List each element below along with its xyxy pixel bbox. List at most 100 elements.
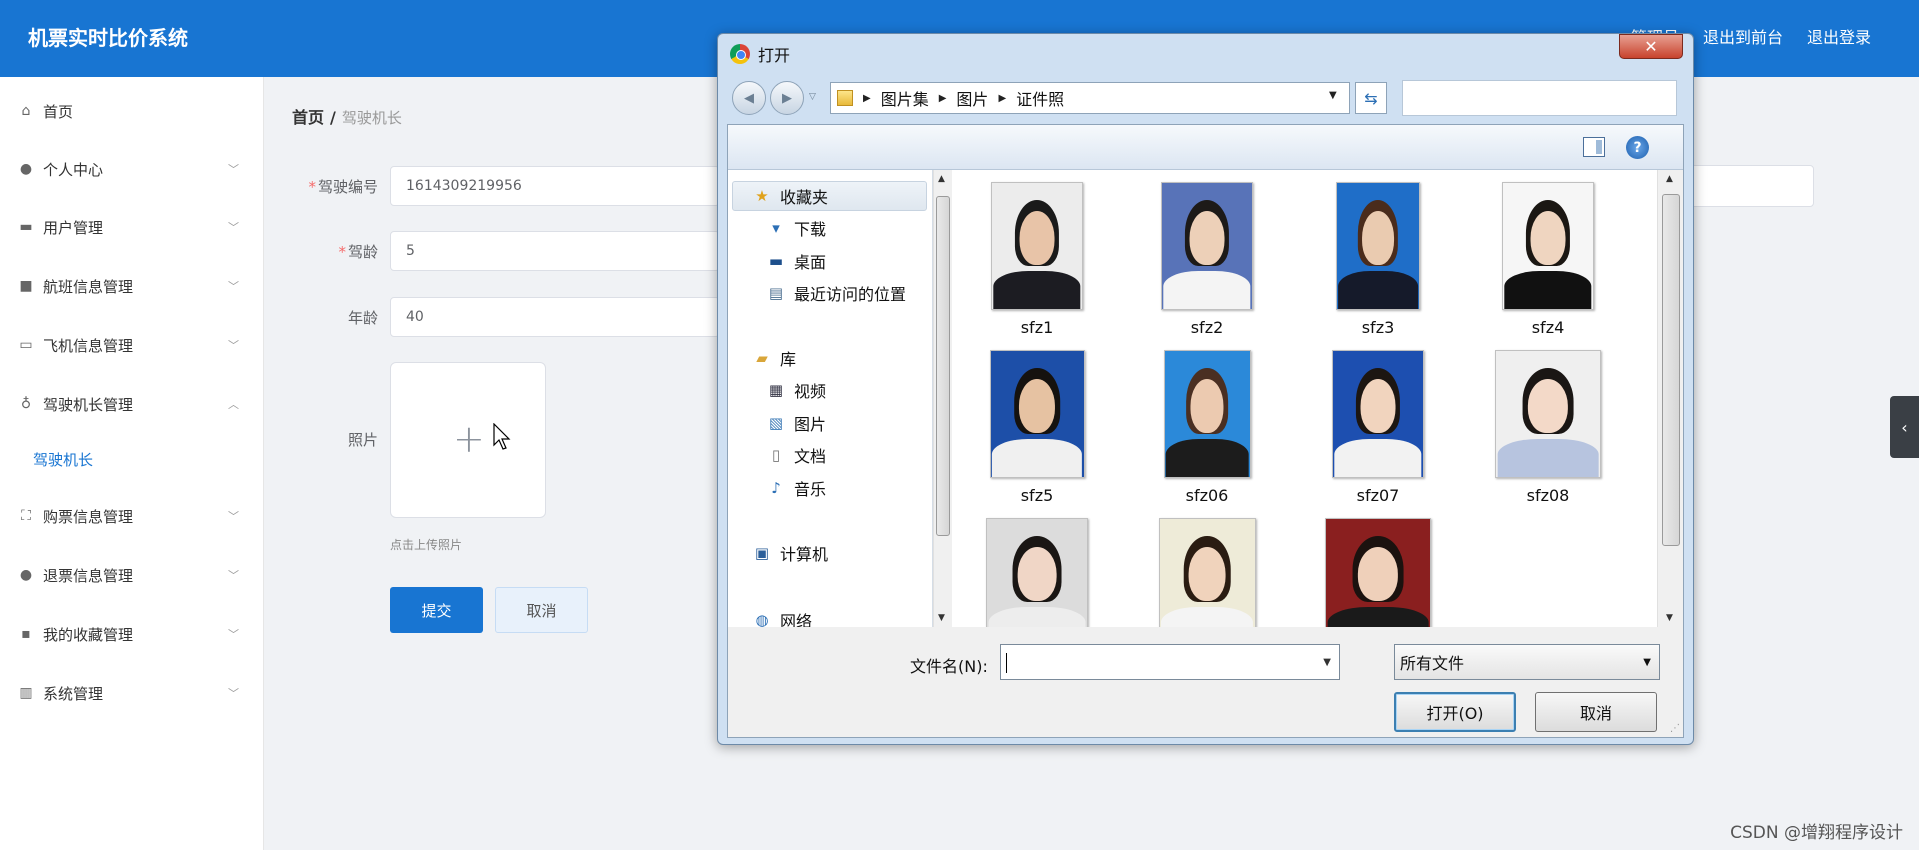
cancel-button[interactable]: 取消	[495, 587, 588, 633]
file-item[interactable]: sfz08	[1463, 350, 1633, 505]
file-name: sfz2	[1190, 318, 1224, 337]
back-button[interactable]: ◀	[732, 81, 766, 115]
portrait-face	[1527, 379, 1569, 433]
file-item[interactable]	[1122, 518, 1292, 627]
scroll-up-icon[interactable]: ▲	[938, 174, 945, 184]
address-segment[interactable]: 图片集	[881, 86, 929, 110]
scroll-down-icon[interactable]: ▼	[1666, 613, 1673, 623]
portrait-shoulders	[1163, 270, 1251, 309]
users-icon: ▬	[19, 219, 33, 235]
address-segment[interactable]: 证件照	[1016, 86, 1064, 110]
nav-label: 网络	[780, 612, 813, 627]
file-list: sfz1 sfz2 sfz3 sfz4 sfz5 sfz06 sfz07 sfz08	[952, 170, 1657, 627]
portrait-shoulders	[1504, 270, 1592, 309]
breadcrumb-home[interactable]: 首页	[292, 108, 324, 127]
nav-label: 桌面	[794, 253, 827, 272]
chevron-left-icon: ‹	[1901, 417, 1908, 437]
plus-icon: +	[453, 417, 485, 461]
address-bar[interactable]: ▶ 图片集 ▶ 图片 ▶ 证件照 ▼	[830, 82, 1350, 114]
scroll-up-icon[interactable]: ▲	[1666, 174, 1673, 184]
side-panel-toggle[interactable]: ‹	[1890, 396, 1919, 458]
sidebar-item-ticket-management[interactable]: ⛶ 购票信息管理 ﹀	[0, 494, 264, 538]
file-list-scrollbar[interactable]: ▲ ▼	[1657, 170, 1683, 627]
music-icon: ♪	[771, 479, 781, 497]
address-segment[interactable]: 图片	[956, 86, 988, 110]
nav-network[interactable]: ◍ 网络	[752, 607, 812, 627]
partial-input-field[interactable]	[1690, 165, 1814, 207]
close-icon: ✕	[1644, 37, 1658, 56]
file-item[interactable]: sfz2	[1122, 182, 1292, 337]
sidebar-item-user-management[interactable]: ▬ 用户管理 ﹀	[0, 205, 264, 249]
nav-documents[interactable]: ▯ 文档	[766, 442, 826, 468]
nav-computer[interactable]: ▣ 计算机	[752, 540, 828, 566]
file-item[interactable]	[1293, 518, 1463, 627]
nav-libraries[interactable]: ▰ 库	[752, 345, 796, 371]
file-item[interactable]: sfz4	[1463, 182, 1633, 337]
sidebar-item-favorites-management[interactable]: ▪ 我的收藏管理 ﹀	[0, 612, 264, 656]
search-input[interactable]	[1402, 80, 1677, 116]
portrait-shoulders	[1334, 438, 1422, 477]
filetype-select[interactable]: 所有文件 ▼	[1394, 644, 1660, 680]
file-item[interactable]: sfz1	[952, 182, 1122, 337]
desktop-icon: ▬	[768, 252, 784, 270]
captain-id-input[interactable]: 1614309219956	[390, 166, 720, 206]
nav-label: 视频	[794, 382, 827, 401]
bar-chart-icon: ▥	[19, 685, 33, 701]
dialog-titlebar[interactable]: 打开 ✕	[718, 34, 1693, 72]
age-input[interactable]: 40	[390, 297, 720, 337]
recent-places-icon: ▤	[768, 284, 784, 302]
file-item[interactable]	[952, 518, 1122, 627]
dialog-close-button[interactable]: ✕	[1619, 34, 1683, 59]
arrow-left-icon: ◀	[744, 90, 754, 106]
sidebar-item-label: 购票信息管理	[43, 507, 134, 526]
back-to-frontend-link[interactable]: 退出到前台	[1703, 24, 1783, 48]
nav-recent-places[interactable]: ▤ 最近访问的位置	[766, 280, 906, 306]
nav-videos[interactable]: ▦ 视频	[766, 377, 826, 403]
sidebar-item-flight-management[interactable]: ■ 航班信息管理 ﹀	[0, 264, 264, 308]
recent-dropdown-icon[interactable]: ▽	[809, 92, 816, 102]
file-item[interactable]: sfz06	[1122, 350, 1292, 505]
open-button[interactable]: 打开(O)	[1394, 692, 1516, 732]
nav-music[interactable]: ♪ 音乐	[766, 475, 826, 501]
scrollbar-thumb[interactable]	[936, 196, 950, 536]
sidebar-item-captain-management[interactable]: ♁ 驾驶机长管理 ︿	[0, 382, 264, 426]
filename-input[interactable]: ▼	[1000, 644, 1340, 680]
sidebar-item-aircraft-management[interactable]: ▭ 飞机信息管理 ﹀	[0, 323, 264, 367]
file-item[interactable]: sfz3	[1293, 182, 1463, 337]
resize-grip-icon[interactable]: ⋰	[1670, 723, 1680, 734]
sidebar-subitem-captain[interactable]: 驾驶机长	[33, 449, 93, 470]
file-item[interactable]: sfz5	[952, 350, 1122, 505]
sidebar-item-system-management[interactable]: ▥ 系统管理 ﹀	[0, 671, 264, 715]
file-name: sfz1	[1020, 318, 1054, 337]
photo-upload-box[interactable]: +	[390, 362, 546, 518]
logout-link[interactable]: 退出登录	[1807, 24, 1871, 48]
nav-desktop[interactable]: ▬ 桌面	[766, 248, 826, 274]
computer-icon: ▣	[754, 544, 770, 562]
submit-button[interactable]: 提交	[390, 587, 483, 633]
dropdown-arrow-icon: ▼	[1643, 657, 1651, 668]
nav-pictures[interactable]: ▧ 图片	[766, 410, 826, 436]
chevron-down-icon: ﹀	[228, 163, 239, 176]
preview-pane-icon[interactable]	[1583, 137, 1605, 157]
sidebar-item-personal-center[interactable]: ● 个人中心 ﹀	[0, 147, 264, 191]
scroll-down-icon[interactable]: ▼	[938, 613, 945, 623]
file-item[interactable]: sfz07	[1293, 350, 1463, 505]
sidebar-item-refund-management[interactable]: ● 退票信息管理 ﹀	[0, 553, 264, 597]
refresh-button[interactable]: ⇆	[1355, 82, 1387, 114]
nav-pane-scrollbar[interactable]: ▲ ▼	[933, 170, 951, 627]
help-icon[interactable]: ?	[1626, 136, 1649, 159]
sidebar-item-label: 航班信息管理	[43, 277, 134, 296]
nav-favorites[interactable]: ★ 收藏夹	[752, 183, 828, 209]
forward-button[interactable]: ▶	[770, 81, 804, 115]
sidebar: ⌂ 首页 ● 个人中心 ﹀ ▬ 用户管理 ﹀ ■ 航班信息管理 ﹀ ▭ 飞机信息…	[0, 77, 264, 850]
nav-downloads[interactable]: ▾ 下载	[766, 215, 826, 241]
address-dropdown-icon[interactable]: ▼	[1329, 90, 1337, 101]
scrollbar-thumb[interactable]	[1662, 194, 1680, 546]
sidebar-item-home[interactable]: ⌂ 首页	[0, 89, 264, 133]
dialog-cancel-button[interactable]: 取消	[1535, 692, 1657, 732]
pictures-icon: ▧	[768, 414, 784, 432]
dropdown-arrow-icon[interactable]: ▼	[1323, 657, 1331, 668]
home-icon: ⌂	[21, 103, 31, 119]
nav-label: 图片	[794, 415, 827, 434]
driving-years-input[interactable]: 5	[390, 231, 720, 271]
